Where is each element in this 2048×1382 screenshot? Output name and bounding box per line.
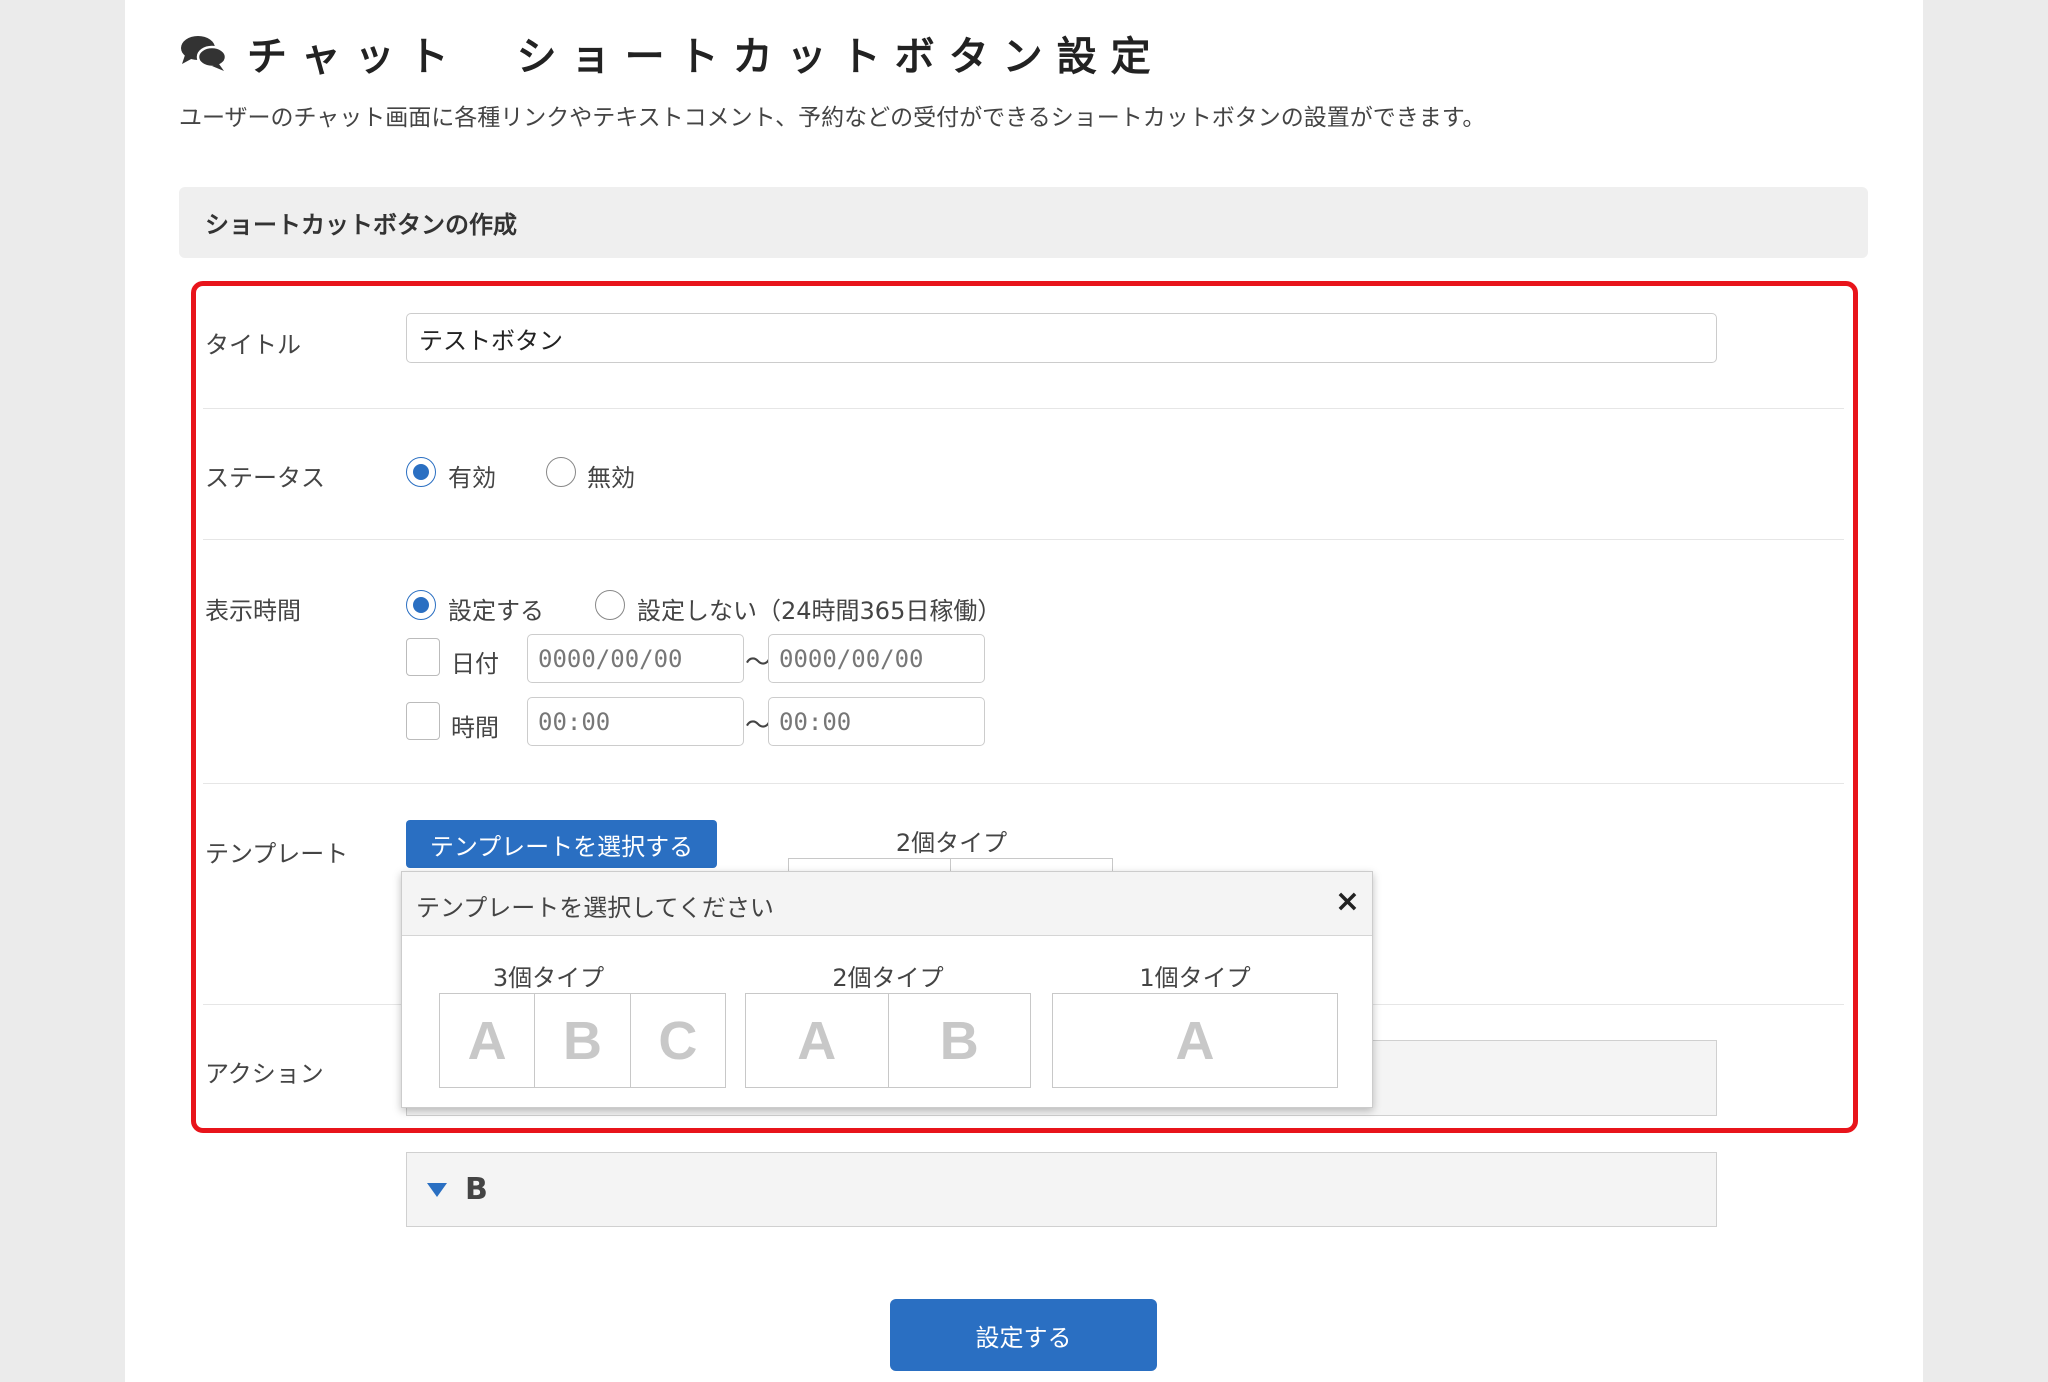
modal-title: テンプレートを選択してください [416, 894, 774, 922]
triangle-down-icon [427, 1182, 447, 1197]
page-title-text: チャット ショートカットボタン設定 [247, 34, 1165, 80]
type-2-option[interactable]: A B [745, 993, 1031, 1088]
template-cell: A [1175, 1010, 1215, 1071]
action-accordion-b[interactable]: B [406, 1152, 1717, 1227]
section-header: ショートカットボタンの作成 [179, 187, 1868, 258]
page-description: ユーザーのチャット画面に各種リンクやテキストコメント、予約などの受付ができるショ… [179, 105, 1486, 131]
type-2-label: 2個タイプ [832, 964, 944, 992]
type-3-option[interactable]: A B C [439, 993, 726, 1088]
modal-header: テンプレートを選択してください × [402, 872, 1372, 936]
template-modal: テンプレートを選択してください × 3個タイプ A B C 2個タイプ A B … [401, 871, 1373, 1108]
close-icon[interactable]: × [1335, 884, 1360, 919]
template-cell: B [534, 994, 629, 1087]
type-1-label: 1個タイプ [1139, 964, 1251, 992]
page-title: チャット ショートカットボタン設定 [179, 24, 1165, 82]
type-1-option[interactable]: A [1052, 993, 1338, 1088]
template-cell: A [467, 1010, 507, 1071]
template-cell: B [887, 994, 1031, 1087]
template-cell: A [797, 1010, 837, 1071]
chat-bubbles-icon [181, 36, 227, 71]
template-cell: C [629, 994, 725, 1087]
accordion-b-label: B [465, 1172, 488, 1207]
type-3-label: 3個タイプ [492, 964, 605, 992]
submit-button[interactable]: 設定する [890, 1299, 1157, 1371]
